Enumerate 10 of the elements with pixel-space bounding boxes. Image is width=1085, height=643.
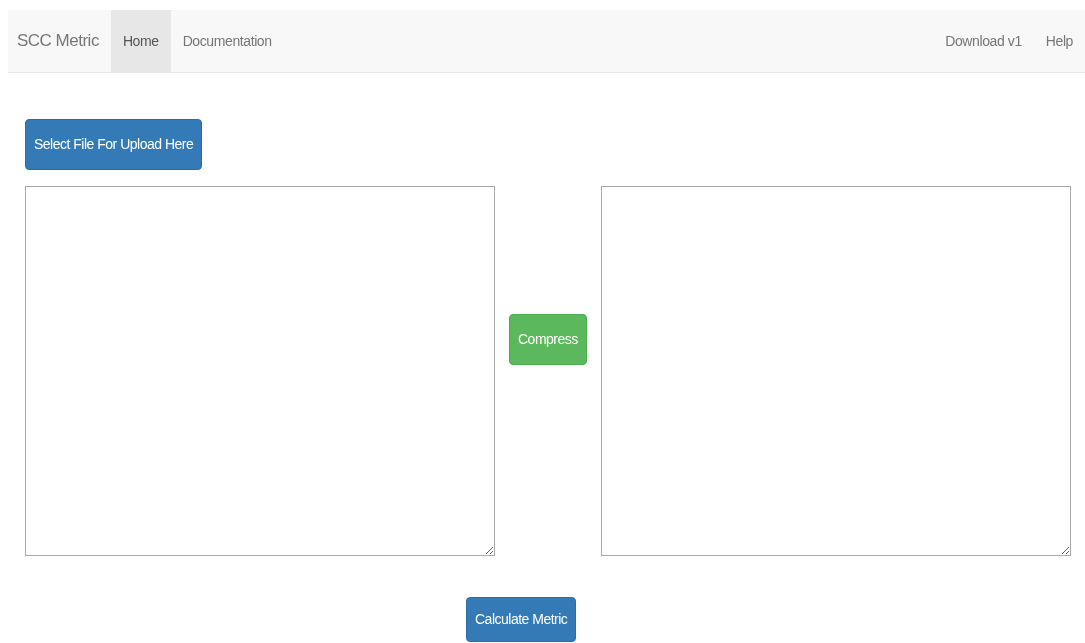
upload-button[interactable]: Select File For Upload Here bbox=[25, 119, 203, 170]
nav-link[interactable]: Help bbox=[1033, 10, 1085, 72]
input-textarea[interactable] bbox=[25, 186, 495, 556]
calculate-button[interactable]: Calculate Metric bbox=[466, 597, 577, 642]
brand-link[interactable]: SCC Metric bbox=[8, 10, 111, 72]
nav-link[interactable]: Home bbox=[110, 10, 171, 72]
nav-link[interactable]: Download v1 bbox=[933, 10, 1034, 72]
compress-button[interactable]: Compress bbox=[509, 313, 587, 365]
output-textarea[interactable] bbox=[600, 186, 1071, 556]
nav-link[interactable]: Documentation bbox=[170, 10, 284, 72]
